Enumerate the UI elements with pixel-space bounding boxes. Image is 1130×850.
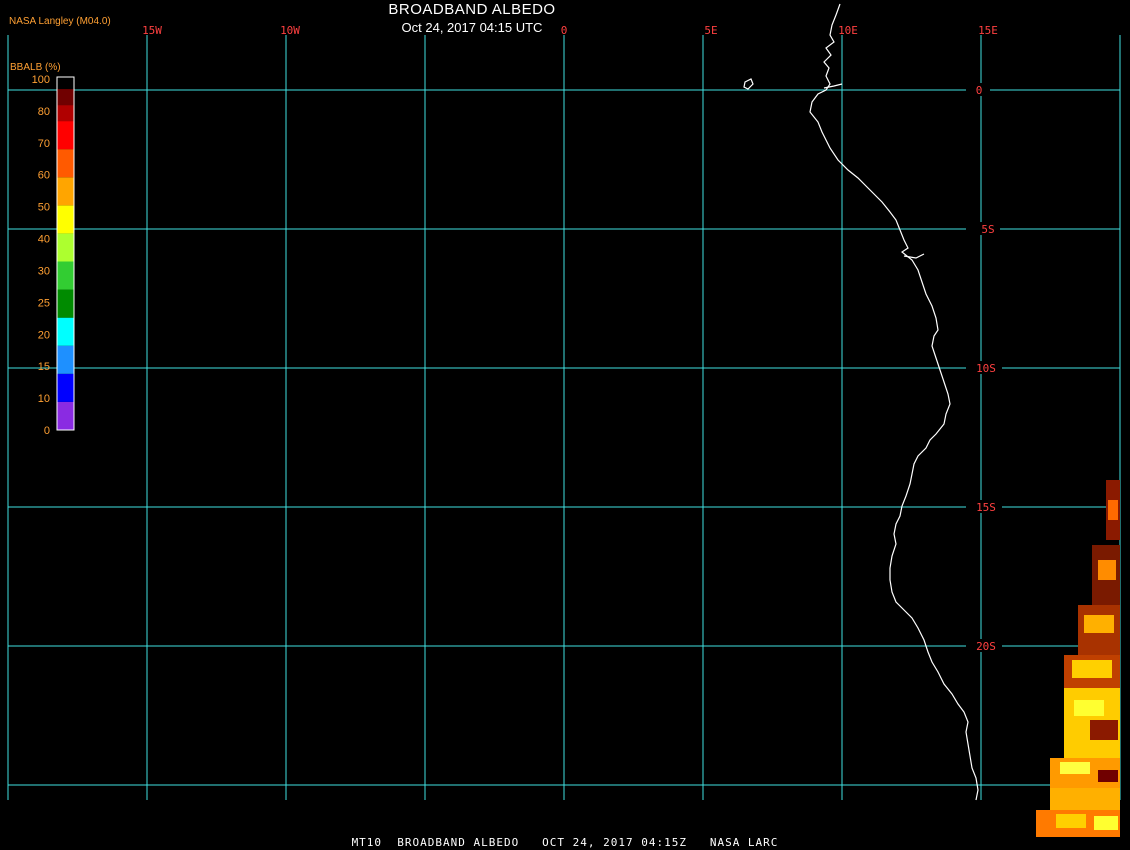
coastline-bay [823,83,843,89]
albedo-cloud-field [1036,480,1120,837]
colorbar-swatch [57,105,74,122]
colorbar-tick: 15 [38,361,50,373]
lon-label: 15E [978,24,998,37]
colorbar-tick: 60 [38,170,50,182]
colorbar-title: BBALB (%) [10,62,61,73]
colorbar-swatch [57,205,74,234]
lat-label: 10S [976,362,996,375]
map-datetime: Oct 24, 2017 04:15 UTC [401,20,543,35]
colorbar-tick-labels: 0 10 15 20 25 30 40 50 60 70 80 100 [32,74,50,437]
coastline-inlet [903,253,925,259]
colorbar-swatch [57,317,74,346]
satellite-map: 15W 10W 0 5E 10E 15E 0 5S 10S 15S 20S 0 … [0,0,1130,850]
island-outline [743,78,754,90]
colorbar-swatch [57,373,74,402]
colorbar-tick: 20 [38,329,50,341]
colorbar-tick: 10 [38,393,50,405]
colorbar-swatches [57,89,74,430]
colorbar-tick: 70 [38,138,50,150]
colorbar-swatch [57,177,74,206]
colorbar-swatch [57,261,74,290]
colorbar-tick: 100 [32,74,50,86]
lat-label: 0 [976,84,983,97]
map-canvas: 15W 10W 0 5E 10E 15E 0 5S 10S 15S 20S 01… [7,3,1121,837]
colorbar-swatch [57,289,74,318]
coastline [743,3,979,801]
colorbar-swatch [57,149,74,178]
map-title: BROADBAND ALBEDO [388,1,556,18]
colorbar-swatch [57,233,74,262]
colorbar-tick: 80 [38,106,50,118]
africa-coastline [809,3,979,801]
colorbar-swatch [57,345,74,374]
lat-labels: 0 5S 10S 15S 20S [966,83,1002,653]
lat-label: 20S [976,640,996,653]
colorbar-swatch [57,401,74,430]
colorbar-tick: 0 [44,425,50,437]
colorbar-swatch [57,121,74,150]
lat-lon-grid [7,35,1121,800]
colorbar-tick: 40 [38,234,50,246]
colorbar-tick: 50 [38,202,50,214]
colorbar-swatch [57,89,74,106]
footer-caption: MT10 BROADBAND ALBEDO OCT 24, 2017 04:15… [351,836,779,849]
lat-label: 15S [976,501,996,514]
colorbar-tick: 30 [38,265,50,277]
colorbar-tick: 25 [38,297,50,309]
lat-label: 5S [981,223,994,236]
